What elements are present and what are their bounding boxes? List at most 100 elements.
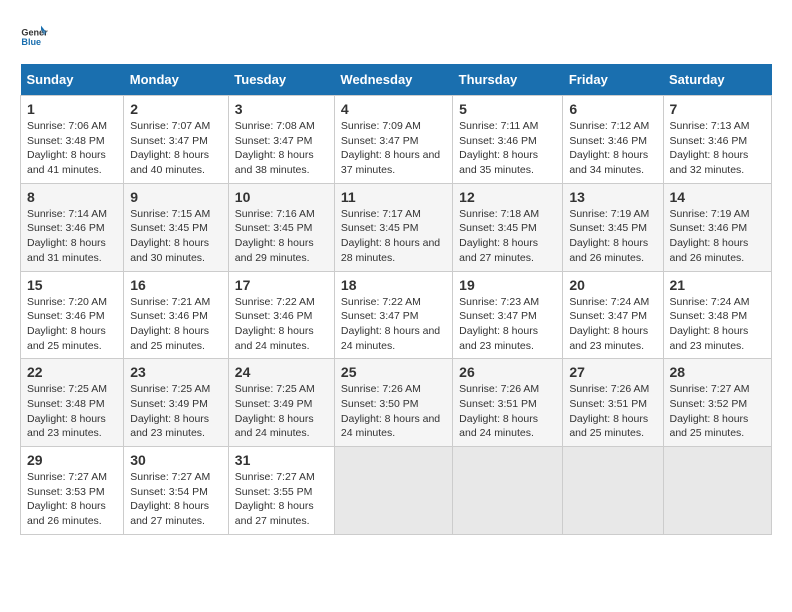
calendar-week-row: 29 Sunrise: 7:27 AM Sunset: 3:53 PM Dayl… [21,447,772,535]
day-info: Sunrise: 7:24 AM Sunset: 3:47 PM Dayligh… [569,295,656,354]
day-number: 14 [670,189,766,205]
day-number: 21 [670,277,766,293]
day-info: Sunrise: 7:16 AM Sunset: 3:45 PM Dayligh… [235,207,328,266]
calendar-day-cell: 23 Sunrise: 7:25 AM Sunset: 3:49 PM Dayl… [124,359,229,447]
day-info: Sunrise: 7:27 AM Sunset: 3:53 PM Dayligh… [27,470,117,529]
logo-icon: General Blue [20,20,48,48]
day-number: 3 [235,101,328,117]
svg-text:Blue: Blue [21,37,41,47]
calendar-day-cell: 16 Sunrise: 7:21 AM Sunset: 3:46 PM Dayl… [124,271,229,359]
day-number: 18 [341,277,446,293]
calendar-day-cell: 28 Sunrise: 7:27 AM Sunset: 3:52 PM Dayl… [663,359,772,447]
day-number: 16 [130,277,222,293]
calendar-day-cell: 4 Sunrise: 7:09 AM Sunset: 3:47 PM Dayli… [334,96,452,184]
day-number: 19 [459,277,556,293]
day-info: Sunrise: 7:27 AM Sunset: 3:52 PM Dayligh… [670,382,766,441]
day-number: 10 [235,189,328,205]
calendar-week-row: 15 Sunrise: 7:20 AM Sunset: 3:46 PM Dayl… [21,271,772,359]
day-number: 8 [27,189,117,205]
calendar-day-cell: 13 Sunrise: 7:19 AM Sunset: 3:45 PM Dayl… [563,183,663,271]
calendar-day-cell: 11 Sunrise: 7:17 AM Sunset: 3:45 PM Dayl… [334,183,452,271]
day-info: Sunrise: 7:18 AM Sunset: 3:45 PM Dayligh… [459,207,556,266]
calendar-day-cell: 18 Sunrise: 7:22 AM Sunset: 3:47 PM Dayl… [334,271,452,359]
day-number: 23 [130,364,222,380]
day-info: Sunrise: 7:24 AM Sunset: 3:48 PM Dayligh… [670,295,766,354]
day-info: Sunrise: 7:27 AM Sunset: 3:55 PM Dayligh… [235,470,328,529]
calendar-day-cell: 10 Sunrise: 7:16 AM Sunset: 3:45 PM Dayl… [228,183,334,271]
calendar-day-cell: 27 Sunrise: 7:26 AM Sunset: 3:51 PM Dayl… [563,359,663,447]
day-info: Sunrise: 7:11 AM Sunset: 3:46 PM Dayligh… [459,119,556,178]
day-number: 13 [569,189,656,205]
day-info: Sunrise: 7:20 AM Sunset: 3:46 PM Dayligh… [27,295,117,354]
calendar-day-cell [453,447,563,535]
calendar-day-cell [663,447,772,535]
calendar-day-cell: 25 Sunrise: 7:26 AM Sunset: 3:50 PM Dayl… [334,359,452,447]
calendar-day-cell: 21 Sunrise: 7:24 AM Sunset: 3:48 PM Dayl… [663,271,772,359]
day-number: 12 [459,189,556,205]
calendar-day-cell: 30 Sunrise: 7:27 AM Sunset: 3:54 PM Dayl… [124,447,229,535]
day-info: Sunrise: 7:08 AM Sunset: 3:47 PM Dayligh… [235,119,328,178]
column-header-monday: Monday [124,64,229,96]
day-number: 31 [235,452,328,468]
day-number: 6 [569,101,656,117]
day-number: 25 [341,364,446,380]
day-info: Sunrise: 7:25 AM Sunset: 3:49 PM Dayligh… [235,382,328,441]
day-number: 17 [235,277,328,293]
calendar-day-cell: 5 Sunrise: 7:11 AM Sunset: 3:46 PM Dayli… [453,96,563,184]
calendar-day-cell: 31 Sunrise: 7:27 AM Sunset: 3:55 PM Dayl… [228,447,334,535]
day-info: Sunrise: 7:26 AM Sunset: 3:50 PM Dayligh… [341,382,446,441]
day-number: 24 [235,364,328,380]
day-info: Sunrise: 7:13 AM Sunset: 3:46 PM Dayligh… [670,119,766,178]
logo: General Blue [20,20,48,48]
calendar-day-cell: 8 Sunrise: 7:14 AM Sunset: 3:46 PM Dayli… [21,183,124,271]
page-header: General Blue [20,20,772,48]
day-info: Sunrise: 7:09 AM Sunset: 3:47 PM Dayligh… [341,119,446,178]
calendar-day-cell: 12 Sunrise: 7:18 AM Sunset: 3:45 PM Dayl… [453,183,563,271]
calendar-table: SundayMondayTuesdayWednesdayThursdayFrid… [20,64,772,535]
day-info: Sunrise: 7:19 AM Sunset: 3:46 PM Dayligh… [670,207,766,266]
calendar-day-cell: 17 Sunrise: 7:22 AM Sunset: 3:46 PM Dayl… [228,271,334,359]
calendar-day-cell: 3 Sunrise: 7:08 AM Sunset: 3:47 PM Dayli… [228,96,334,184]
calendar-day-cell: 29 Sunrise: 7:27 AM Sunset: 3:53 PM Dayl… [21,447,124,535]
day-info: Sunrise: 7:15 AM Sunset: 3:45 PM Dayligh… [130,207,222,266]
day-info: Sunrise: 7:25 AM Sunset: 3:48 PM Dayligh… [27,382,117,441]
day-info: Sunrise: 7:19 AM Sunset: 3:45 PM Dayligh… [569,207,656,266]
calendar-day-cell: 1 Sunrise: 7:06 AM Sunset: 3:48 PM Dayli… [21,96,124,184]
day-number: 15 [27,277,117,293]
calendar-day-cell: 7 Sunrise: 7:13 AM Sunset: 3:46 PM Dayli… [663,96,772,184]
day-number: 11 [341,189,446,205]
calendar-day-cell: 22 Sunrise: 7:25 AM Sunset: 3:48 PM Dayl… [21,359,124,447]
day-number: 7 [670,101,766,117]
day-number: 27 [569,364,656,380]
calendar-day-cell: 9 Sunrise: 7:15 AM Sunset: 3:45 PM Dayli… [124,183,229,271]
calendar-day-cell: 19 Sunrise: 7:23 AM Sunset: 3:47 PM Dayl… [453,271,563,359]
calendar-week-row: 1 Sunrise: 7:06 AM Sunset: 3:48 PM Dayli… [21,96,772,184]
day-info: Sunrise: 7:17 AM Sunset: 3:45 PM Dayligh… [341,207,446,266]
day-info: Sunrise: 7:25 AM Sunset: 3:49 PM Dayligh… [130,382,222,441]
day-number: 20 [569,277,656,293]
column-header-sunday: Sunday [21,64,124,96]
day-number: 4 [341,101,446,117]
calendar-day-cell: 24 Sunrise: 7:25 AM Sunset: 3:49 PM Dayl… [228,359,334,447]
day-info: Sunrise: 7:26 AM Sunset: 3:51 PM Dayligh… [459,382,556,441]
day-info: Sunrise: 7:07 AM Sunset: 3:47 PM Dayligh… [130,119,222,178]
day-number: 2 [130,101,222,117]
day-info: Sunrise: 7:21 AM Sunset: 3:46 PM Dayligh… [130,295,222,354]
day-number: 26 [459,364,556,380]
day-info: Sunrise: 7:23 AM Sunset: 3:47 PM Dayligh… [459,295,556,354]
day-info: Sunrise: 7:27 AM Sunset: 3:54 PM Dayligh… [130,470,222,529]
column-header-saturday: Saturday [663,64,772,96]
calendar-day-cell: 15 Sunrise: 7:20 AM Sunset: 3:46 PM Dayl… [21,271,124,359]
column-header-tuesday: Tuesday [228,64,334,96]
calendar-day-cell: 2 Sunrise: 7:07 AM Sunset: 3:47 PM Dayli… [124,96,229,184]
day-number: 5 [459,101,556,117]
calendar-day-cell [563,447,663,535]
calendar-day-cell: 20 Sunrise: 7:24 AM Sunset: 3:47 PM Dayl… [563,271,663,359]
day-info: Sunrise: 7:12 AM Sunset: 3:46 PM Dayligh… [569,119,656,178]
calendar-day-cell: 26 Sunrise: 7:26 AM Sunset: 3:51 PM Dayl… [453,359,563,447]
day-info: Sunrise: 7:22 AM Sunset: 3:47 PM Dayligh… [341,295,446,354]
day-number: 30 [130,452,222,468]
calendar-header-row: SundayMondayTuesdayWednesdayThursdayFrid… [21,64,772,96]
column-header-friday: Friday [563,64,663,96]
day-info: Sunrise: 7:06 AM Sunset: 3:48 PM Dayligh… [27,119,117,178]
